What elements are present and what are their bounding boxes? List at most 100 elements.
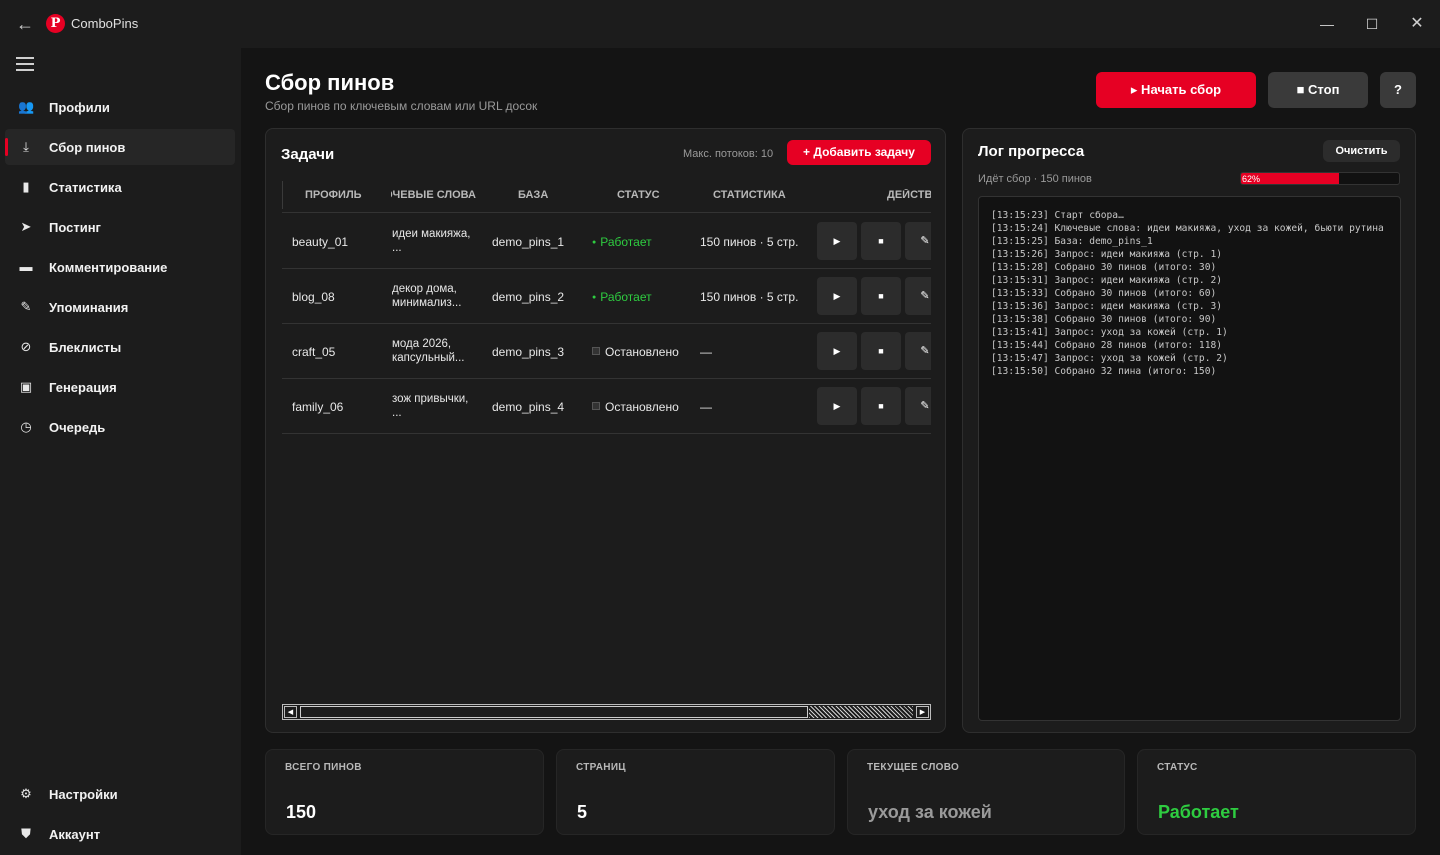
sidebar-item-3[interactable]: ➤ Постинг [5, 209, 235, 245]
comment-icon: ▬ [19, 259, 33, 274]
add-task-button[interactable]: + Добавить задачу [787, 140, 931, 165]
column-profile[interactable]: ПРОФИЛЬ [305, 189, 362, 201]
minimize-icon[interactable]: — [1310, 8, 1344, 40]
log-panel: Лог прогресса Очистить Идёт сбор · 150 п… [962, 128, 1416, 733]
play-icon[interactable]: ▶ [817, 277, 857, 315]
column-keywords[interactable]: КЛЮЧЕВЫЕ СЛОВА [391, 189, 476, 201]
pencil-icon: ✎ [20, 299, 32, 314]
row-status: Работает [592, 235, 651, 249]
log-output[interactable]: [13:15:23] Старт сбора… [13:15:24] Ключев… [978, 196, 1401, 721]
table-row[interactable]: craft_05 мода 2026, капсульный... demo_pin… [282, 324, 931, 379]
sidebar-item-4[interactable]: ▬ Комментирование [5, 249, 235, 285]
tasks-table: ПРОФИЛЬ КЛЮЧЕВЫЕ СЛОВА БАЗА СТАТУС СТАТИ… [282, 177, 931, 437]
sidebar: 👥 Профили ⤓ Сбор пинов ▮ Статистика ➤ Постинг ▬ К… [0, 48, 241, 855]
download-icon: ⤓ [23, 139, 29, 154]
column-actions[interactable]: ДЕЙСТВИЯ [887, 189, 931, 201]
sidebar-item-label: Генерация [49, 379, 117, 395]
log-line: [13:15:25] База: demo_pins_1 [991, 236, 1153, 247]
row-profile: family_06 [292, 400, 344, 414]
stop-icon[interactable]: ■ [861, 332, 901, 370]
start-collection-button[interactable]: ▸ Начать сбор [1096, 72, 1256, 108]
log-status: Идёт сбор · 150 пинов [978, 173, 1092, 185]
sidebar-item-0[interactable]: 👥 Профили [5, 89, 235, 125]
edit-icon[interactable]: ✎ [905, 332, 931, 370]
edit-icon[interactable]: ✎ [905, 387, 931, 425]
block-icon: ⊘ [20, 339, 32, 354]
scroll-thumb[interactable] [300, 706, 808, 718]
page-title: Сбор пинов [265, 70, 395, 95]
log-line: [13:15:50] Собрано 32 пина (итого: 150) [991, 366, 1217, 377]
table-header: ПРОФИЛЬ КЛЮЧЕВЫЕ СЛОВА БАЗА СТАТУС СТАТИ… [282, 177, 931, 213]
scroll-left-icon[interactable]: ◀ [284, 706, 297, 718]
table-row[interactable]: family_06 зож привычки, ... demo_pins_4 Ост… [282, 379, 931, 434]
stop-icon[interactable]: ■ [861, 277, 901, 315]
stop-button[interactable]: ■ Стоп [1268, 72, 1368, 108]
scroll-right-icon[interactable]: ▶ [916, 706, 929, 718]
edit-icon[interactable]: ✎ [905, 222, 931, 260]
back-arrow-icon[interactable]: ← [14, 13, 36, 35]
play-icon[interactable]: ▶ [817, 387, 857, 425]
sidebar-item-label: Профили [49, 99, 110, 115]
sidebar-bottom-item-1[interactable]: ⛊ Аккаунт [5, 816, 235, 852]
row-profile: beauty_01 [292, 235, 349, 249]
stat-value: уход за кожей [868, 802, 992, 822]
row-keywords: зож привычки, ... [392, 393, 469, 419]
stat-label: ТЕКУЩЕЕ СЛОВО [867, 762, 960, 773]
column-stats[interactable]: СТАТИСТИКА [713, 189, 786, 201]
page-subtitle: Сбор пинов по ключевым словам или URL до… [265, 99, 538, 113]
max-threads-label: Макс. потоков: 10 [683, 148, 774, 160]
maximize-icon[interactable]: ☐ [1355, 8, 1389, 40]
help-button[interactable]: ? [1380, 72, 1416, 108]
row-stats: — [700, 400, 712, 414]
scroll-track[interactable] [809, 706, 913, 718]
row-profile: craft_05 [292, 345, 336, 359]
row-stats: 150 пинов · 5 стр. [700, 290, 799, 304]
row-keywords: идеи макияжа, ... [392, 228, 471, 254]
edit-icon[interactable]: ✎ [905, 277, 931, 315]
stat-card: ТЕКУЩЕЕ СЛОВО уход за кожей [847, 749, 1125, 835]
log-line: [13:15:26] Запрос: идеи макияжа (стр. 1) [991, 249, 1223, 260]
sidebar-item-7[interactable]: ▣ Генерация [5, 369, 235, 405]
row-keywords: декор дома, минимализ... [392, 283, 462, 309]
log-line: [13:15:24] Ключевые слова: идеи макияжа,… [991, 223, 1384, 234]
gear-icon: ⚙ [20, 786, 32, 801]
stat-label: СТРАНИЦ [576, 762, 626, 773]
sidebar-item-8[interactable]: ◷ Очередь [5, 409, 235, 445]
menu-icon[interactable] [16, 57, 34, 71]
sidebar-item-label: Аккаунт [49, 826, 101, 842]
row-stats: 150 пинов · 5 стр. [700, 235, 799, 249]
stat-value: Работает [1158, 802, 1239, 822]
log-line: [13:15:23] Старт сбора… [991, 210, 1124, 221]
log-line: [13:15:36] Запрос: идеи макияжа (стр. 3) [991, 301, 1223, 312]
sidebar-item-6[interactable]: ⊘ Блеклисты [5, 329, 235, 365]
sidebar-item-5[interactable]: ✎ Упоминания [5, 289, 235, 325]
row-base: demo_pins_1 [492, 235, 565, 249]
stop-icon[interactable]: ■ [861, 387, 901, 425]
log-title: Лог прогресса [978, 143, 1085, 160]
bar-chart-icon: ▮ [22, 179, 30, 194]
log-line: [13:15:38] Собрано 30 пинов (итого: 90) [991, 314, 1217, 325]
log-line: [13:15:44] Собрано 28 пинов (итого: 118) [991, 340, 1223, 351]
sidebar-bottom-item-0[interactable]: ⚙ Настройки [5, 776, 235, 812]
row-status: Остановлено [592, 400, 679, 414]
horizontal-scrollbar[interactable]: ◀ ▶ [282, 704, 931, 720]
sidebar-item-1[interactable]: ⤓ Сбор пинов [5, 129, 235, 165]
stat-label: СТАТУС [1157, 762, 1198, 773]
sidebar-item-2[interactable]: ▮ Статистика [5, 169, 235, 205]
table-row[interactable]: blog_08 декор дома, минимализ... demo_pins… [282, 269, 931, 324]
send-icon: ➤ [20, 219, 32, 234]
log-line: [13:15:31] Запрос: идеи макияжа (стр. 2) [991, 275, 1223, 286]
play-icon[interactable]: ▶ [817, 222, 857, 260]
play-icon[interactable]: ▶ [817, 332, 857, 370]
sidebar-item-label: Очередь [49, 419, 106, 435]
column-status[interactable]: СТАТУС [617, 189, 660, 201]
stop-icon[interactable]: ■ [861, 222, 901, 260]
table-row[interactable]: beauty_01 идеи макияжа, ... demo_pins_1 Раб… [282, 214, 931, 269]
clear-log-button[interactable]: Очистить [1323, 140, 1400, 162]
row-stats: — [700, 345, 712, 359]
stat-label: ВСЕГО ПИНОВ [285, 762, 362, 773]
column-base[interactable]: БАЗА [518, 189, 548, 201]
row-status: Остановлено [592, 345, 679, 359]
sidebar-item-label: Упоминания [49, 299, 129, 315]
close-icon[interactable]: ✕ [1400, 8, 1434, 40]
